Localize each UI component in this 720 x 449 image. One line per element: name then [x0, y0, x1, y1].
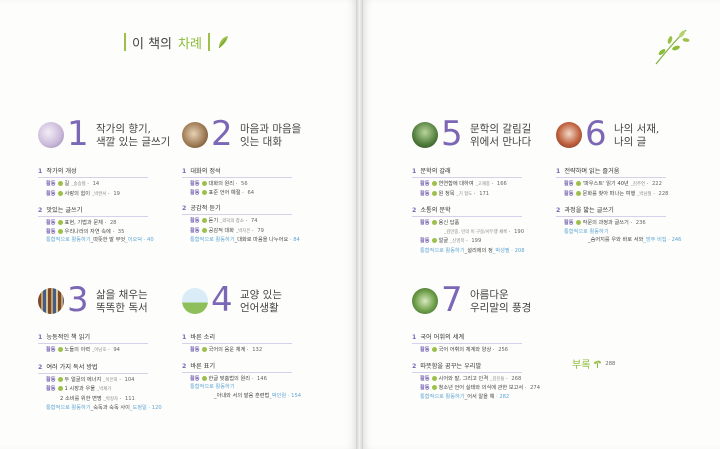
integrated-activity[interactable]: 통합적으로 활동하기_대화로 마음을 나누어요 · 84	[182, 236, 357, 245]
integrated-activity-label[interactable]: 통합적으로 활동하기	[556, 228, 720, 237]
section: 2 공감적 듣기 활동 듣기 _외덕의 창소 · 74 활동 공감적 대화 _박지은 · …	[182, 203, 357, 236]
chapter-number: 3	[67, 280, 89, 320]
section: 1 국어 어휘의 세계 활동 국어 어휘의 체계와 양상 · 256	[412, 332, 587, 355]
section: 1 대화의 정석 활동 대화의 원리 · 56 활동 표준 언어 예절 · 64	[182, 166, 357, 197]
chapter-thumbnail	[556, 122, 582, 148]
section: 2 따뜻함을 꿈꾸는 우리말 활동 시어와 말, 그리고 인격 _김진돌 · 268 …	[412, 361, 587, 393]
list-item[interactable]: 활동 시어와 말, 그리고 인격 _김진돌 · 268	[412, 375, 587, 385]
book-gutter	[356, 0, 363, 449]
chapter-thumbnail	[38, 122, 64, 148]
chapter-title: 나의 서재, 나의 글	[614, 123, 660, 148]
integrated-activity[interactable]: 통합적으로 활동하기_설리에의 정_박성필 · 208	[412, 247, 587, 256]
list-item[interactable]: 활동 국어의 음운 체계 · 132	[182, 346, 357, 355]
chapter-title: 작가의 향기, 색깔 있는 글쓰기	[96, 123, 171, 148]
chapter-6: 6 나의 서재, 나의 글 1 전략하며 읽는 즐거움 활동 '파우스트' 읽기 40…	[556, 114, 720, 245]
list-item[interactable]: 활동 표준 언어 예절 · 64	[182, 189, 357, 198]
chapter-thumbnail	[182, 288, 208, 314]
chapter-4: 4 교양 있는 언어생활 1 바른 소리 활동 국어의 음운 체계 · 132 2 바른…	[182, 280, 357, 401]
chapter-2: 2 마음과 마음을 잇는 대화 1 대화의 정석 활동 대화의 원리 · 56 활동 표…	[182, 114, 357, 245]
chapter-7: 7 아름다운 우리말의 풍경 1 국어 어휘의 세계 활동 국어 어휘의 체계와 양상…	[412, 280, 587, 402]
section: 2 바른 표기 활동 한글 맞춤법의 원리 · 146	[182, 361, 357, 384]
integrated-activity[interactable]: _아내와 서의 발음 훈련법_박인원 · 154	[182, 392, 357, 401]
chapter-number: 7	[441, 280, 463, 320]
branch-icon	[655, 29, 690, 65]
chapter-number: 5	[441, 114, 463, 154]
chapter-title: 문학의 갈림길 위에서 만나다	[470, 123, 532, 148]
list-item[interactable]: 활동 한글 맞춤법의 원리 · 146	[182, 375, 357, 384]
appendix[interactable]: 부록 288	[572, 356, 615, 371]
toc-title: 이 책의 차례	[124, 30, 230, 54]
chapter-number: 2	[211, 114, 233, 154]
chapter-title: 마음과 마음을 잇는 대화	[240, 123, 302, 148]
chapter-thumbnail	[182, 122, 208, 148]
integrated-activity[interactable]: 통합적으로 활동하기_숙독과 숙독 사이_도정일 · 120	[38, 404, 213, 413]
list-item[interactable]: 활동 국어 어휘의 체계와 양상 · 256	[412, 346, 587, 355]
appendix-page: 288	[605, 360, 616, 367]
chapter-thumbnail	[38, 288, 64, 314]
chapter-thumbnail	[412, 122, 438, 148]
sprout-icon	[594, 360, 602, 368]
list-item[interactable]: 활동 '파우스트' 읽기 40년 _김주연 · 222	[556, 180, 720, 190]
section: 1 바른 소리 활동 국어의 음운 체계 · 132	[182, 332, 357, 355]
title-bar-left	[124, 33, 126, 51]
integrated-activity-label[interactable]: 통합적으로 활동하기	[182, 383, 357, 392]
list-item[interactable]: 활동 청소년 언어 실태와 의식에 관한 보고서 · 274	[412, 384, 587, 393]
list-item[interactable]: 활동 듣기 _외덕의 창소 · 74	[182, 217, 357, 227]
chapter-title: 아름다운 우리말의 풍경	[470, 289, 532, 314]
chapter-title: 교양 있는 언어생활	[240, 289, 282, 314]
list-item[interactable]: 활동 문화를 찾아 떠나는 여행 _박남철 · 228	[556, 190, 720, 200]
list-item[interactable]: 활동 대화의 원리 · 56	[182, 180, 357, 189]
chapter-title: 삶을 채우는 똑똑한 독서	[96, 289, 148, 314]
chapter-thumbnail	[412, 288, 438, 314]
toc-title-main: 이 책의	[132, 36, 173, 52]
toc-title-accent: 차례	[178, 36, 202, 52]
chapter-number: 1	[67, 114, 89, 154]
list-item[interactable]: 활동 공감적 대화 _박지은 · 79	[182, 227, 357, 237]
section: 1 전략하며 읽는 즐거움 활동 '파우스트' 읽기 40년 _김주연 · 222 활…	[556, 166, 720, 199]
appendix-label: 부록	[572, 360, 591, 371]
chapter-number: 6	[585, 114, 607, 154]
integrated-activity[interactable]: _숨어지를 우와 바로 서와_방주 비집 · 246	[556, 236, 720, 245]
list-item[interactable]: 활동 작문의 과정과 글쓰기 · 236	[556, 219, 720, 228]
leaf-icon	[218, 36, 228, 49]
chapter-number: 4	[211, 280, 233, 320]
title-bar-right	[207, 33, 210, 51]
section: 2 과정을 밟는 글쓰기 활동 작문의 과정과 글쓰기 · 236	[556, 205, 720, 228]
integrated-activity[interactable]: 통합적으로 활동하기_어서 알을 해 · 282	[412, 393, 587, 402]
